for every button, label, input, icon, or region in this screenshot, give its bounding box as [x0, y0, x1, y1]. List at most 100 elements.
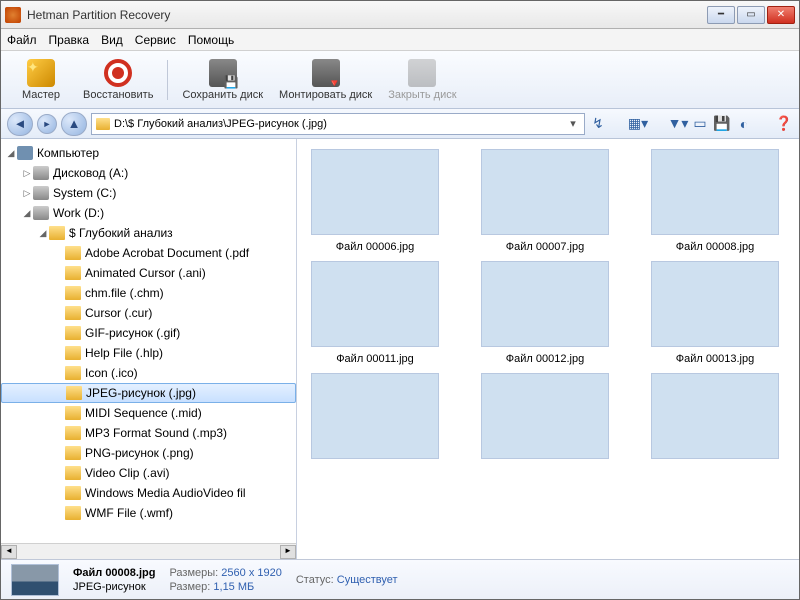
tree-toggle[interactable]: ◢ — [21, 208, 33, 219]
view-mode-button[interactable]: ▦▾ — [629, 115, 647, 133]
help-button[interactable]: ❓ — [775, 115, 793, 133]
address-bar[interactable]: D:\$ Глубокий анализ\JPEG-рисунок (.jpg)… — [91, 113, 585, 135]
restore-label: Восстановить — [83, 89, 153, 101]
tree-folder-5[interactable]: Help File (.hlp) — [1, 343, 296, 363]
filter-button[interactable]: ▼▾ — [669, 115, 687, 133]
drive-icon — [33, 186, 49, 200]
options-button[interactable]: ◐ — [735, 115, 753, 133]
tree-folder-0[interactable]: Adobe Acrobat Document (.pdf — [1, 243, 296, 263]
computer-icon — [17, 146, 33, 160]
nav-up-button[interactable]: ▲ — [61, 112, 87, 136]
close-button[interactable]: ✕ — [767, 6, 795, 24]
tree-folder-7[interactable]: JPEG-рисунок (.jpg) — [1, 383, 296, 403]
tree-root[interactable]: ◢Компьютер — [1, 143, 296, 163]
thumbnail-label: Файл 00006.jpg — [336, 241, 414, 253]
folder-icon — [65, 326, 81, 340]
thumbnail-item[interactable]: Файл 00007.jpg — [475, 149, 615, 253]
thumbnail-label: Файл 00011.jpg — [336, 353, 414, 365]
scroll-left-button[interactable]: ◄ — [1, 545, 17, 559]
save-button[interactable]: 💾 — [713, 115, 731, 133]
tree-label: Video Clip (.avi) — [85, 466, 169, 480]
detail-size-label: Размер: — [169, 581, 210, 593]
wizard-button[interactable]: Мастер — [9, 54, 73, 106]
tree-drive-a[interactable]: ▷Дисковод (A:) — [1, 163, 296, 183]
thumbnail-image — [311, 261, 439, 347]
folder-icon — [49, 226, 65, 240]
tree-folder-9[interactable]: MP3 Format Sound (.mp3) — [1, 423, 296, 443]
save-disk-button[interactable]: Сохранить диск — [176, 54, 269, 106]
tree-folder-13[interactable]: WMF File (.wmf) — [1, 503, 296, 523]
thumbnail-item[interactable] — [645, 373, 785, 465]
menu-edit[interactable]: Правка — [49, 33, 90, 47]
tree-folder-6[interactable]: Icon (.ico) — [1, 363, 296, 383]
thumbnail-image — [481, 261, 609, 347]
restore-button[interactable]: Восстановить — [77, 54, 159, 106]
folder-icon — [65, 346, 81, 360]
close-disk-button: Закрыть диск — [382, 54, 462, 106]
thumbnail-item[interactable] — [475, 373, 615, 465]
tree-folder-3[interactable]: Cursor (.cur) — [1, 303, 296, 323]
tree-toggle[interactable]: ▷ — [21, 188, 33, 199]
detail-status-value: Существует — [337, 574, 398, 586]
scroll-track[interactable] — [17, 545, 280, 559]
tree-label: Animated Cursor (.ani) — [85, 266, 206, 280]
nav-forward-button[interactable]: ► — [37, 114, 57, 134]
detail-bar: Файл 00008.jpg JPEG-рисунок Размеры: 256… — [1, 559, 799, 599]
menu-help[interactable]: Помощь — [188, 33, 234, 47]
tree-label: $ Глубокий анализ — [69, 226, 173, 240]
mount-disk-label: Монтировать диск — [279, 89, 372, 101]
tree-drive-d[interactable]: ◢Work (D:) — [1, 203, 296, 223]
drive-icon — [33, 206, 49, 220]
menubar: Файл Правка Вид Сервис Помощь — [1, 29, 799, 51]
tree-folder-1[interactable]: Animated Cursor (.ani) — [1, 263, 296, 283]
tree-toggle[interactable]: ▷ — [21, 168, 33, 179]
disk-close-icon — [408, 59, 436, 87]
tree-folder-11[interactable]: Video Clip (.avi) — [1, 463, 296, 483]
tree-folder-10[interactable]: PNG-рисунок (.png) — [1, 443, 296, 463]
separator — [167, 60, 168, 100]
detail-thumbnail — [11, 564, 59, 596]
thumbnail-item[interactable]: Файл 00006.jpg — [305, 149, 445, 253]
thumbnail-panel: Файл 00006.jpg Файл 00007.jpg Файл 00008.j… — [297, 139, 799, 559]
menu-view[interactable]: Вид — [101, 33, 123, 47]
tree-hscroll[interactable]: ◄ ► — [1, 543, 296, 559]
folder-icon — [65, 466, 81, 480]
window-title: Hetman Partition Recovery — [27, 8, 707, 22]
refresh-button[interactable]: ↯ — [589, 115, 607, 133]
disk-mount-icon — [312, 59, 340, 87]
tree-panel: ◢Компьютер▷Дисковод (A:)▷System (C:)◢Wor… — [1, 139, 297, 559]
folder-icon — [65, 486, 81, 500]
detail-filename: Файл 00008.jpg — [73, 567, 155, 579]
thumbnail-item[interactable]: Файл 00012.jpg — [475, 261, 615, 365]
thumbnail-label: Файл 00012.jpg — [506, 353, 584, 365]
tree-label: Help File (.hlp) — [85, 346, 163, 360]
folder-icon — [96, 118, 110, 130]
tree-label: System (C:) — [53, 186, 116, 200]
tree-drive-c[interactable]: ▷ System (C:) — [1, 183, 296, 203]
minimize-button[interactable]: ━ — [707, 6, 735, 24]
thumbnail-item[interactable]: Файл 00011.jpg — [305, 261, 445, 365]
address-dropdown[interactable]: ▾ — [566, 117, 580, 130]
folder-icon — [65, 366, 81, 380]
tree-toggle[interactable]: ◢ — [5, 148, 17, 159]
thumbnail-item[interactable]: Файл 00008.jpg — [645, 149, 785, 253]
thumbnail-item[interactable]: Файл 00013.jpg — [645, 261, 785, 365]
mount-disk-button[interactable]: Монтировать диск — [273, 54, 378, 106]
thumbnail-item[interactable] — [305, 373, 445, 465]
menu-file[interactable]: Файл — [7, 33, 37, 47]
preview-button[interactable]: ▭ — [691, 115, 709, 133]
tree-folder-8[interactable]: MIDI Sequence (.mid) — [1, 403, 296, 423]
scroll-right-button[interactable]: ► — [280, 545, 296, 559]
tree-deep-analysis[interactable]: ◢ $ Глубокий анализ — [1, 223, 296, 243]
tree-folder-2[interactable]: chm.file (.chm) — [1, 283, 296, 303]
tree-toggle[interactable]: ◢ — [37, 228, 49, 239]
detail-dims-value: 2560 x 1920 — [221, 567, 282, 579]
tree-folder-4[interactable]: GIF-рисунок (.gif) — [1, 323, 296, 343]
maximize-button[interactable]: ▭ — [737, 6, 765, 24]
lifebuoy-icon — [104, 59, 132, 87]
titlebar: Hetman Partition Recovery ━ ▭ ✕ — [1, 1, 799, 29]
menu-service[interactable]: Сервис — [135, 33, 176, 47]
tree-label: WMF File (.wmf) — [85, 506, 173, 520]
nav-back-button[interactable]: ◄ — [7, 112, 33, 136]
tree-folder-12[interactable]: Windows Media AudioVideo fil — [1, 483, 296, 503]
